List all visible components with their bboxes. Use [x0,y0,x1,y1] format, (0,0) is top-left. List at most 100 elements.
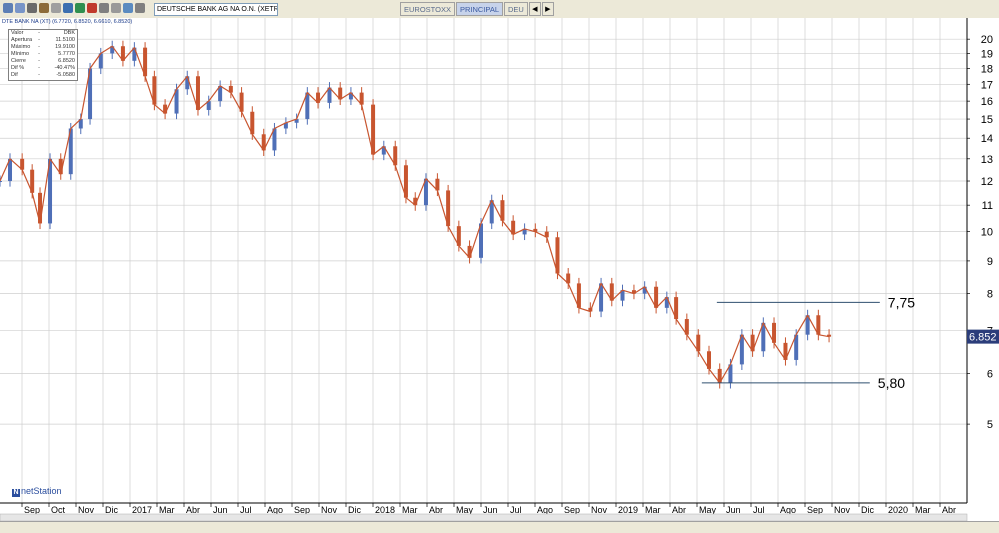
x-tick-label: Nov [78,505,95,515]
info-value: DBK [63,30,75,36]
x-tick-label: 2018 [375,505,395,515]
x-tick-label: Jun [213,505,228,515]
y-tick-label: 16 [981,96,993,108]
y-tick-label: 6 [987,368,993,380]
info-label: Valor [11,30,24,36]
date-axis: Sep Oct Nov Dic 2017 Mar Abr Jun Jul Ago Sep Nov Dic… [21,503,956,515]
cut-icon[interactable] [39,3,49,13]
info-sep: - [38,72,40,78]
y-tick-label: 15 [981,114,993,126]
x-tick-label: Sep [294,505,310,515]
tab-right-arrow-icon[interactable]: ▶ [541,2,554,16]
y-tick-label: 18 [981,63,993,75]
info-value: 19.9100 [55,44,75,50]
y-tick-label: 12 [981,176,993,188]
price-header: DTE BANK NA (XT) (6.7720, 6.8520, 6.6610… [2,19,133,25]
x-tick-label: Nov [591,505,608,515]
y-tick-label: 13 [981,154,993,166]
info-row: Dif - -5.0580 [9,72,77,79]
copy-icon[interactable] [51,3,61,13]
info-panel: Valor - DBK Apertura -11.5100 Máximo -19.910… [8,29,78,81]
x-tick-label: Nov [834,505,851,515]
info-sep: - [38,65,40,71]
logo-text: netStation [21,486,62,496]
y-tick-label: 10 [981,227,993,239]
netstation-logo: NnetStation [12,486,62,497]
y-tick-label: 20 [981,34,993,46]
save-icon[interactable] [15,3,25,13]
candle-body [0,181,2,183]
x-tick-label: Sep [807,505,823,515]
y-tick-label: 8 [987,289,993,301]
horizontal-scrollbar[interactable] [0,513,968,521]
level-label: 7,75 [888,294,915,310]
info-value: -40.47% [54,65,76,71]
settings-icon[interactable] [135,3,145,13]
zoom-icon[interactable] [123,3,133,13]
y-tick-label: 14 [981,133,993,145]
x-tick-label: 2020 [888,505,908,515]
bars-icon[interactable] [75,3,85,13]
toolbar: DEUTSCHE BANK AG NA O.N. (XETRA) EUROSTO… [0,0,999,19]
info-label: Mínimo [11,51,30,57]
indicator-icon[interactable] [99,3,109,13]
x-tick-label: Jun [726,505,741,515]
info-value: 5.7770 [58,51,75,57]
info-label: Dif [11,72,18,78]
info-row: Valor - DBK [9,30,77,37]
x-tick-label: Ago [267,505,283,515]
y-tick-label: 9 [987,256,993,268]
level-label: 5,80 [878,375,905,391]
info-sep: - [38,58,40,64]
info-row: Dif % - -40.47% [9,65,77,72]
print-icon[interactable] [27,3,37,13]
info-sep: - [38,37,40,43]
open-icon[interactable] [3,3,13,13]
info-sep: - [38,30,40,36]
x-tick-label: Dic [348,505,361,515]
x-tick-label: Jun [483,505,498,515]
info-sep: - [38,51,40,57]
x-tick-label: May [456,505,474,515]
tab-eurostoxx[interactable]: EUROSTOXX [400,2,455,16]
x-tick-label: Nov [321,505,338,515]
x-tick-label: Dic [861,505,874,515]
info-row: Máximo - 19.9100 [9,44,77,51]
x-tick-label: Sep [564,505,580,515]
tab-principal[interactable]: PRINCIPAL [455,2,504,16]
x-tick-label: Jul [753,505,765,515]
x-tick-label: Ago [780,505,796,515]
x-tick-label: Abr [429,505,443,515]
x-tick-label: Mar [159,505,175,515]
price-chart: 7,755,80 567891011121314151617181920 Sep… [0,18,999,521]
x-tick-label: Ago [537,505,553,515]
x-tick-label: Oct [51,505,66,515]
y-tick-label: 11 [982,200,993,212]
y-tick-label: 17 [981,79,993,91]
info-label: Apertura [11,37,33,43]
plot-background [0,18,999,521]
last-price-badge: 6.852 [967,329,999,344]
info-label: Máximo [11,44,31,50]
info-row: Apertura - 11.5100 [9,37,77,44]
info-row: Cierre - 6.8520 [9,58,77,65]
info-label: Cierre [11,58,26,64]
x-tick-label: Mar [915,505,931,515]
x-tick-label: Sep [24,505,40,515]
status-bar [0,521,999,533]
x-tick-label: 2017 [132,505,152,515]
tab-deu[interactable]: DEU [504,2,528,16]
info-value: 11.5100 [55,37,75,43]
tab-left-arrow-icon[interactable]: ◀ [528,2,541,16]
x-tick-label: Dic [105,505,118,515]
y-tick-label: 19 [981,48,993,60]
info-label: Dif % [11,65,25,71]
line-icon[interactable] [87,3,97,13]
chart-type-icon[interactable] [63,3,73,13]
symbol-input[interactable]: DEUTSCHE BANK AG NA O.N. (XETRA) [154,3,278,16]
x-tick-label: 2019 [618,505,638,515]
x-tick-label: Mar [645,505,661,515]
info-value: 6.8520 [58,58,75,64]
text-icon[interactable] [111,3,121,13]
x-tick-label: Abr [942,505,956,515]
